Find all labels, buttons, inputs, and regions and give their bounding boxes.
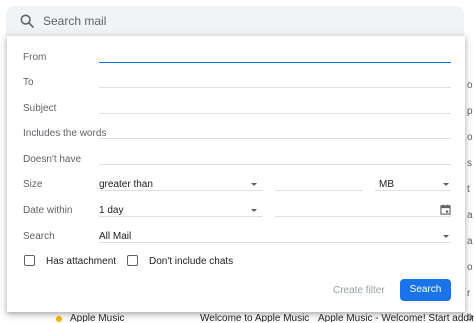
size-value-field[interactable] [275,190,363,191]
date-within-label: Date within [23,205,73,216]
advanced-search-panel: From To Subject Includes the words Doesn… [7,36,465,312]
date-within-chevron-down-icon[interactable] [251,209,257,212]
background-glyph: a [467,210,473,221]
search-scope-label: Search [23,231,55,242]
size-operator-underline [99,190,263,191]
to-field[interactable] [99,87,451,88]
doesnt-have-field[interactable] [99,164,451,165]
background-mail-list-edge: o p o s t a a o r o [465,36,474,323]
background-glyph: o [467,132,473,143]
size-unit-chevron-down-icon[interactable] [443,183,449,186]
size-operator-select[interactable]: greater than [99,179,153,190]
dont-include-chats-checkbox[interactable] [127,255,138,266]
background-mail-row: Apple Music Welcome to Apple Music Apple… [0,312,474,322]
search-placeholder: Search mail [43,14,107,28]
background-glyph: p [467,106,473,117]
background-glyph: r [467,288,471,299]
subject-label: Subject [23,103,57,114]
background-snippet: Apple Music - Welcome! Start adding [318,313,474,322]
top-bar: Search mail [0,0,474,37]
doesnt-have-label: Doesn't have [23,154,82,165]
search-button[interactable]: Search [400,279,451,301]
background-glyph: t [467,184,470,195]
calendar-icon[interactable] [440,204,451,215]
size-label: Size [23,179,43,190]
to-label: To [23,77,34,88]
has-attachment-checkbox[interactable] [24,255,35,266]
search-scope-chevron-down-icon[interactable] [443,235,449,238]
search-scope-underline [99,242,451,243]
from-label: From [23,52,47,63]
size-unit-select[interactable]: MB [379,179,394,190]
size-unit-underline [375,190,451,191]
includes-words-label: Includes the words [23,128,107,139]
date-within-select[interactable]: 1 day [99,205,123,216]
background-glyph: o [467,262,473,273]
date-field[interactable] [275,216,451,217]
background-glyph: o [467,80,473,91]
search-icon[interactable] [19,13,35,29]
from-field[interactable] [99,62,451,63]
background-sender: Apple Music [70,313,125,322]
background-glyph: a [467,236,473,247]
create-filter-button[interactable]: Create filter [333,285,385,296]
includes-words-field[interactable] [99,138,451,139]
important-marker-icon [56,316,62,322]
dont-include-chats-label: Don't include chats [149,256,234,267]
size-operator-chevron-down-icon[interactable] [251,183,257,186]
date-within-underline [99,216,263,217]
background-glyph: s [467,158,472,169]
background-subject: Welcome to Apple Music [200,313,310,322]
subject-field[interactable] [99,113,451,114]
has-attachment-label: Has attachment [46,256,117,267]
search-scope-select[interactable]: All Mail [99,231,131,242]
